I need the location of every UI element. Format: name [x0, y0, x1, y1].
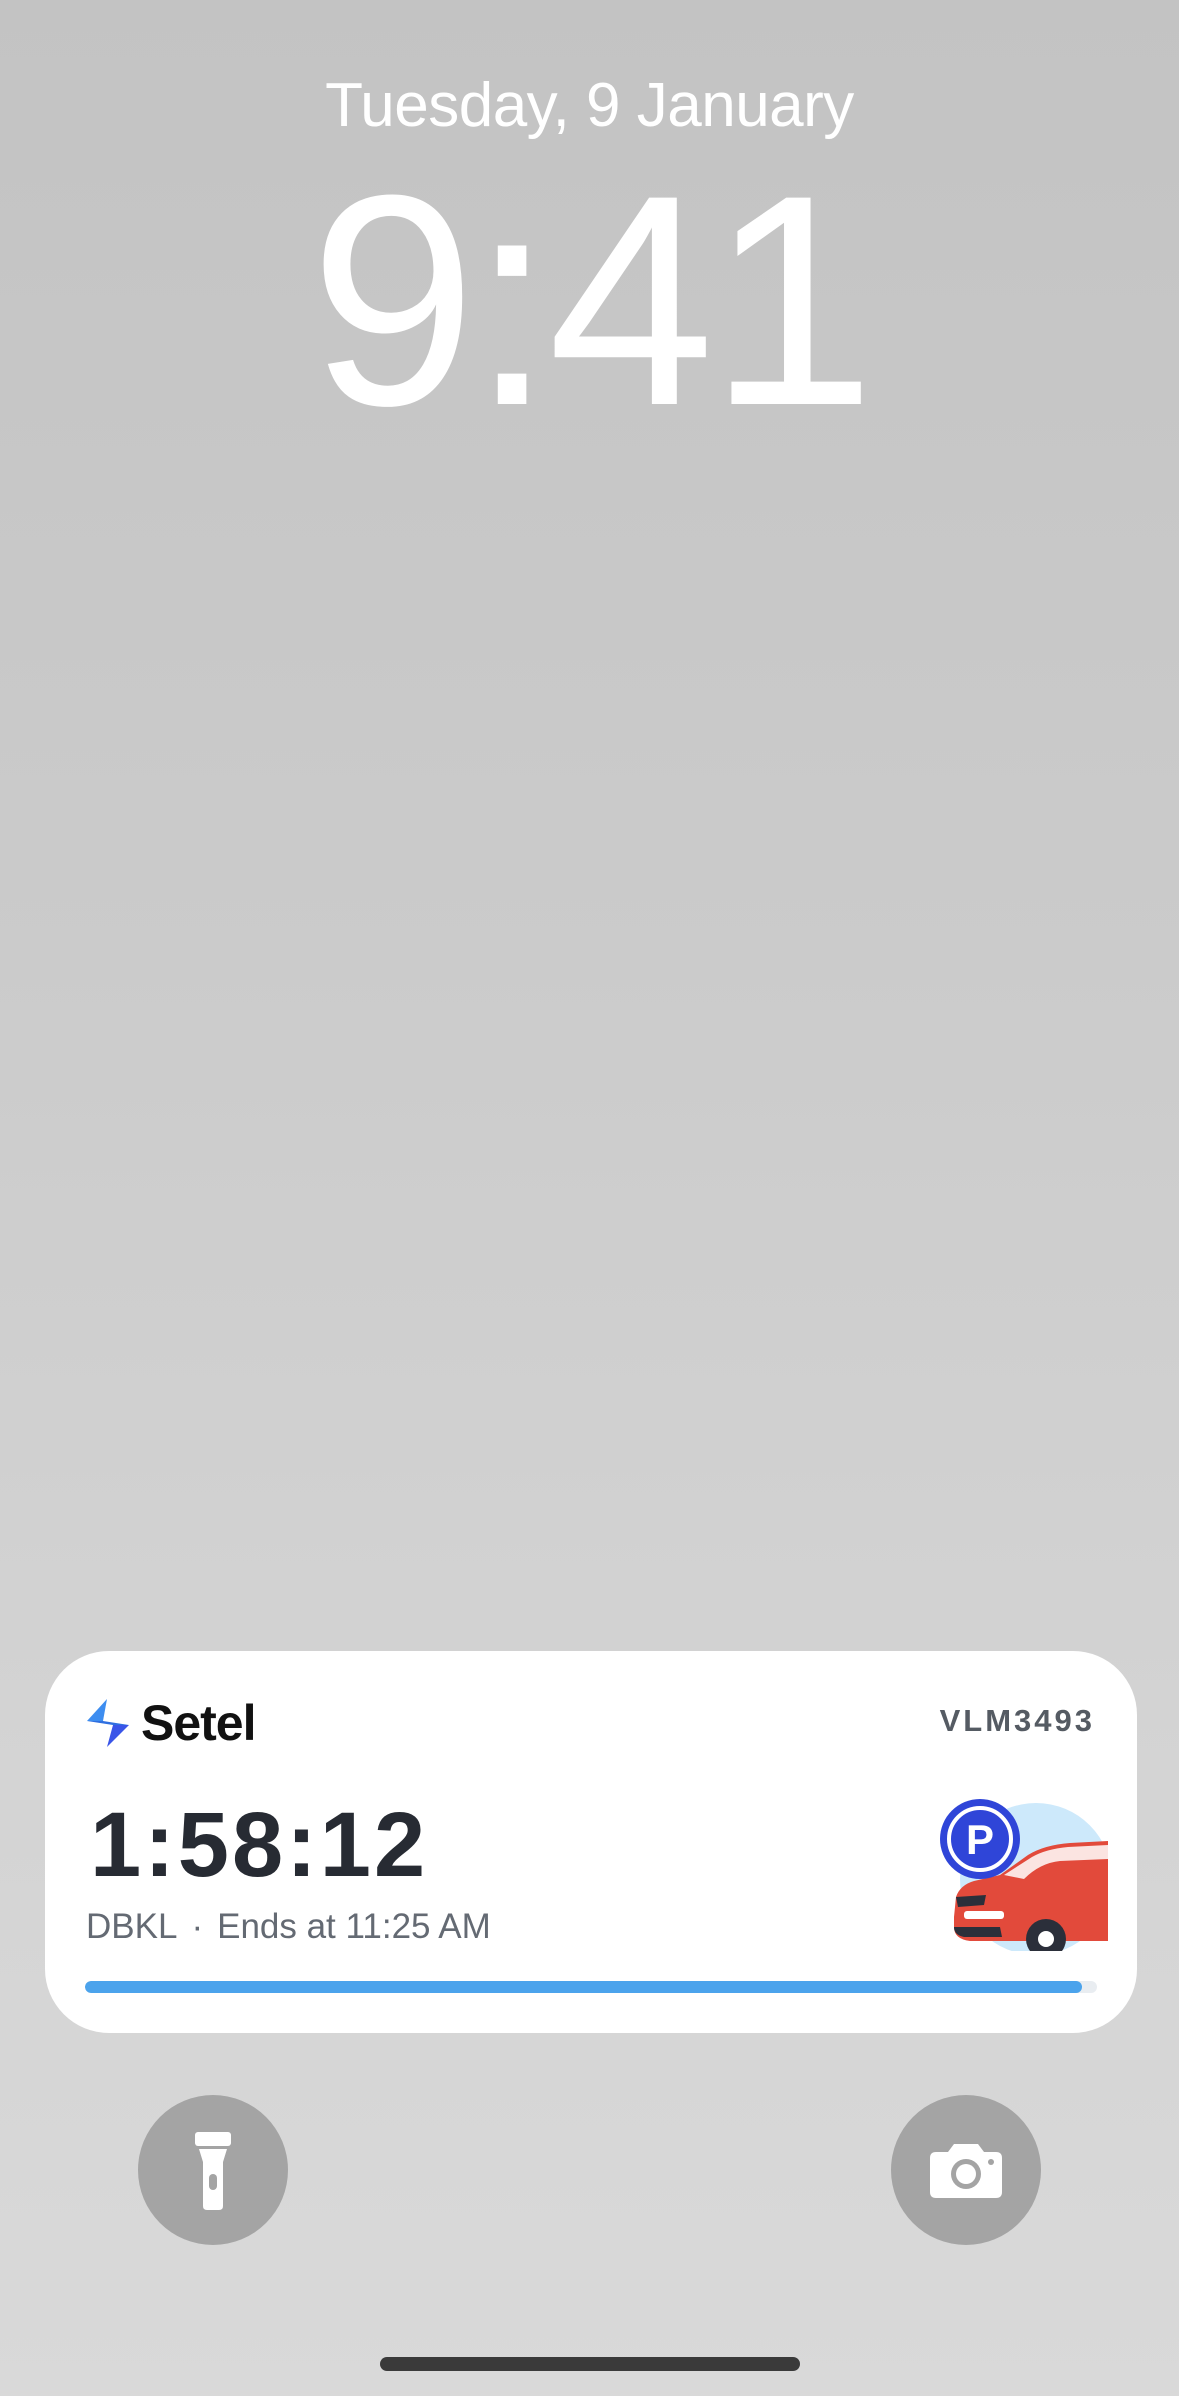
- parking-details: DBKL · Ends at 11:25 AM: [86, 1907, 491, 1947]
- parked-car-icon: P: [940, 1799, 1108, 1951]
- camera-icon: [930, 2144, 1002, 2198]
- lockscreen-date: Tuesday, 9 January: [325, 71, 854, 140]
- setel-logo-icon: [87, 1699, 129, 1747]
- flashlight-button[interactable]: [138, 2095, 288, 2245]
- parking-timer: 1:58:12: [90, 1794, 429, 1896]
- camera-button[interactable]: [891, 2095, 1041, 2245]
- parking-location: DBKL: [86, 1907, 178, 1946]
- home-indicator[interactable]: [380, 2357, 800, 2371]
- live-activity-card[interactable]: Setel VLM3493 1:58:12 DBKL · Ends at 11:…: [45, 1651, 1137, 2033]
- lockscreen-clock: 9:41: [309, 132, 876, 468]
- app-name: Setel: [141, 1695, 257, 1751]
- parking-progress-bar: [85, 1981, 1097, 1993]
- flashlight-icon: [195, 2132, 231, 2210]
- vehicle-plate: VLM3493: [939, 1703, 1095, 1738]
- parking-end-time: Ends at 11:25 AM: [217, 1907, 491, 1946]
- parking-badge-letter: P: [966, 1816, 994, 1863]
- parking-progress-fill: [85, 1981, 1082, 1993]
- separator-dot: ·: [191, 1907, 204, 1946]
- app-brand: Setel: [85, 1695, 257, 1751]
